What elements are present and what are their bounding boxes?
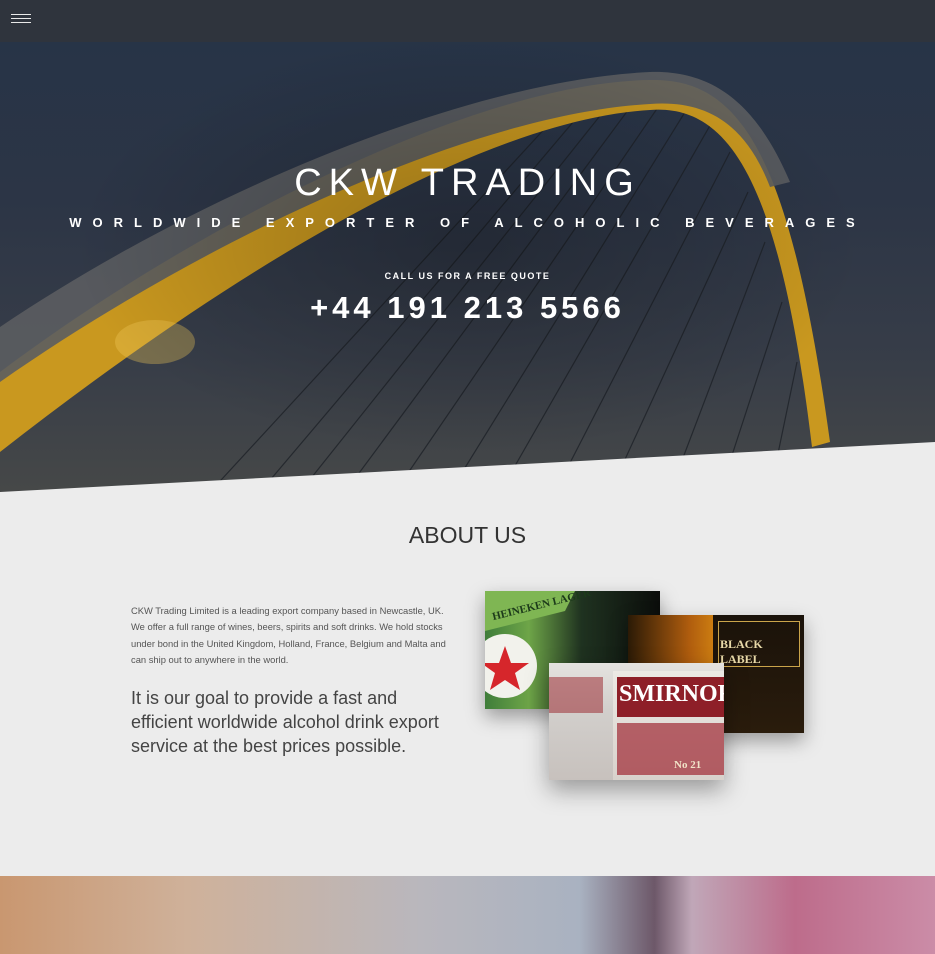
smirnoff-number-text: No 21 (674, 759, 702, 771)
about-heading: ABOUT US (408, 522, 527, 548)
smirnoff-photo: SMIRNOFF No 21 (549, 663, 724, 780)
cta-label: CALL US FOR A FREE QUOTE (384, 271, 551, 281)
hero-section: CKW TRADING WORLDWIDE EXPORTER OF ALCOHO… (0, 42, 935, 492)
hero-overlay (0, 42, 935, 492)
about-goal-statement: It is our goal to provide a fast and eff… (131, 688, 439, 756)
top-navbar (0, 0, 935, 42)
site-tagline: WORLDWIDE EXPORTER OF ALCOHOLIC BEVERAGE… (69, 215, 866, 230)
smirnoff-label-text: SMIRNOFF (619, 681, 724, 707)
about-description: CKW Trading Limited is a leading export … (131, 605, 446, 666)
site-title: CKW TRADING (294, 162, 641, 204)
next-section-banner (0, 876, 935, 954)
black-label-text: BLACK LABEL (720, 637, 763, 666)
phone-number-link[interactable]: +44 191 213 5566 (0, 290, 935, 326)
hamburger-menu-icon[interactable] (11, 14, 31, 28)
